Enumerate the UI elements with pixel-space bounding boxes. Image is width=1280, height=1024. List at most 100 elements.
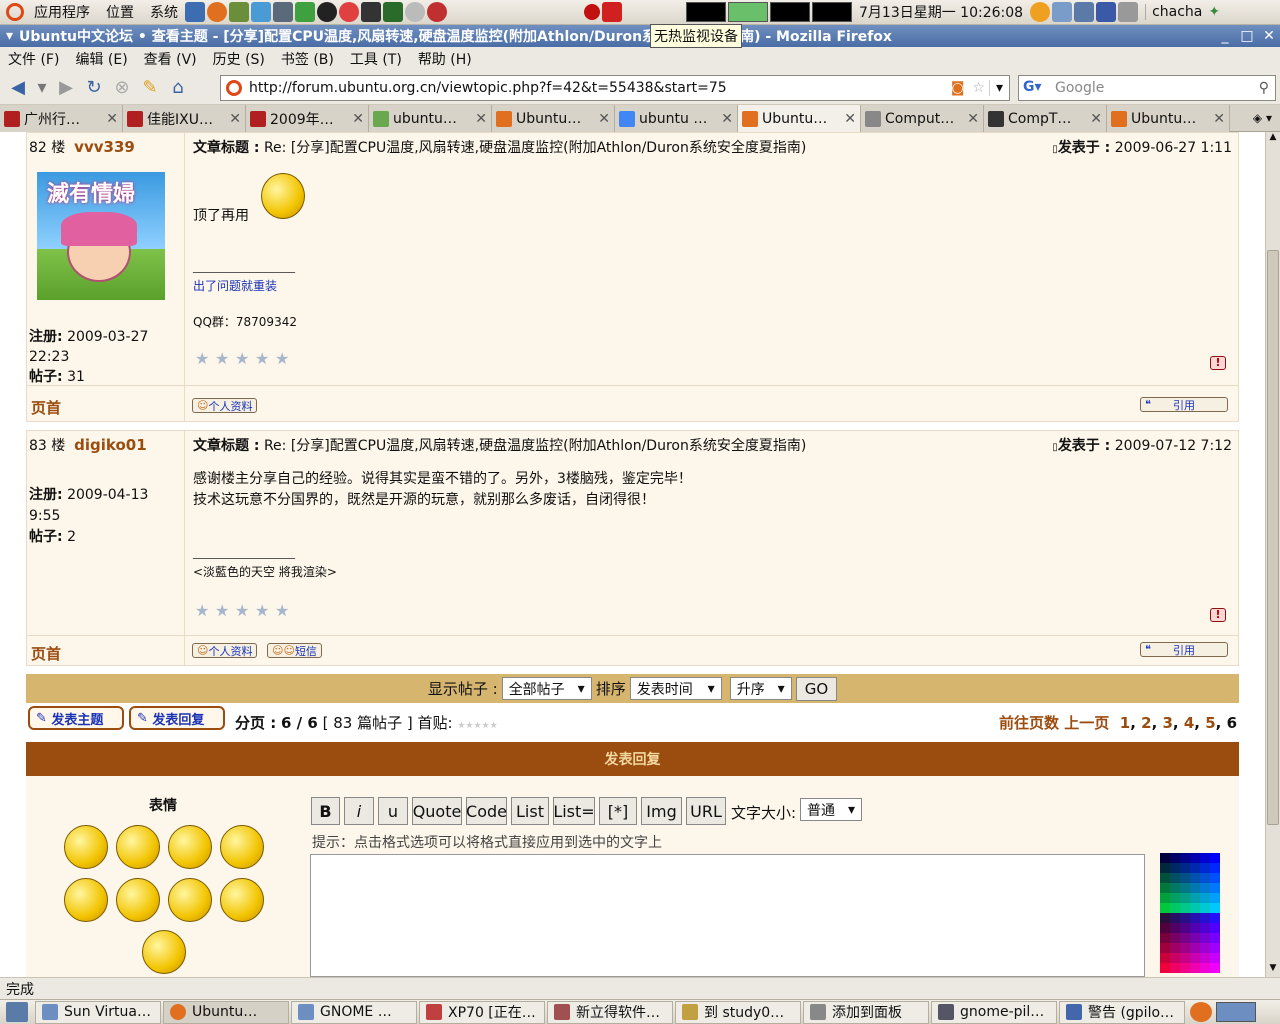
search-input[interactable]: Google xyxy=(1055,80,1253,96)
url-text[interactable]: http://forum.ubuntu.org.cn/viewtopic.php… xyxy=(249,80,947,96)
browser-tab[interactable]: 佳能IXU… ✕ xyxy=(123,105,246,132)
font-size-select[interactable]: 普通 ▾ xyxy=(800,798,862,821)
color-swatch[interactable] xyxy=(1160,863,1170,873)
back-arrow-icon[interactable]: ◀ xyxy=(4,74,32,102)
blush-smile-icon[interactable] xyxy=(168,825,212,869)
show-posts-select[interactable]: 全部帖子 ▾ xyxy=(501,677,592,700)
close-button[interactable]: ✕ xyxy=(1258,28,1280,44)
tab-close-icon[interactable]: ✕ xyxy=(598,111,610,127)
tab-close-icon[interactable]: ✕ xyxy=(1090,111,1102,127)
color-swatch[interactable] xyxy=(1200,853,1210,863)
record-icon[interactable] xyxy=(584,4,600,20)
bookmark-star-icon[interactable]: ✎ xyxy=(136,74,164,102)
think-smile-icon[interactable] xyxy=(220,878,264,922)
color-swatch[interactable] xyxy=(1210,903,1220,913)
color-swatch[interactable] xyxy=(1190,943,1200,953)
color-swatch[interactable] xyxy=(1170,953,1180,963)
launcher-icon[interactable] xyxy=(185,2,205,22)
task-button[interactable]: XP70 [正在… xyxy=(419,1000,545,1024)
profile-button[interactable]: ☺ 个人资料 xyxy=(192,643,258,658)
color-swatch[interactable] xyxy=(1180,953,1190,963)
weather-icon[interactable] xyxy=(1030,2,1051,22)
menu-system[interactable]: 系统 xyxy=(144,2,184,22)
scroll-up-icon[interactable]: ▲ xyxy=(1266,132,1280,146)
prev-page-link[interactable]: 上一页 xyxy=(1064,714,1109,732)
task-button[interactable]: GNOME … xyxy=(291,1000,417,1024)
giggle-smile-icon[interactable] xyxy=(220,825,264,869)
color-swatch[interactable] xyxy=(1200,933,1210,943)
launcher-icon[interactable] xyxy=(405,2,425,22)
post-author[interactable]: digiko01 xyxy=(74,436,147,454)
google-engine-icon[interactable]: G▾ xyxy=(1023,79,1042,95)
color-swatch[interactable] xyxy=(1170,853,1180,863)
color-swatch[interactable] xyxy=(1190,923,1200,933)
color-swatch[interactable] xyxy=(1160,943,1170,953)
list-item-button[interactable]: [*] xyxy=(599,797,637,825)
color-swatch[interactable] xyxy=(1180,903,1190,913)
browser-tab[interactable]: ubuntu … ✕ xyxy=(615,105,738,132)
grin-smile-icon[interactable] xyxy=(168,878,212,922)
color-swatch[interactable] xyxy=(1160,933,1170,943)
vertical-scrollbar[interactable]: ▲ ▼ xyxy=(1265,132,1280,977)
quote-button[interactable]: ❝ 引用 xyxy=(1140,642,1228,657)
info-icon[interactable] xyxy=(1096,2,1117,22)
color-swatch[interactable] xyxy=(1210,963,1220,973)
report-alert-icon[interactable]: ! xyxy=(1210,356,1226,370)
message-textarea[interactable] xyxy=(310,854,1145,977)
launcher-icon[interactable] xyxy=(229,2,249,22)
color-swatch[interactable] xyxy=(1160,853,1170,863)
new-topic-button[interactable]: ✎ 发表主题 xyxy=(28,706,124,730)
color-swatch[interactable] xyxy=(1190,903,1200,913)
color-swatch[interactable] xyxy=(1170,923,1180,933)
underline-button[interactable]: u xyxy=(378,797,408,825)
ubuntu-logo-icon[interactable] xyxy=(6,3,24,21)
task-button[interactable]: Ubuntu… xyxy=(163,1000,289,1024)
volume-icon[interactable] xyxy=(1118,2,1139,22)
browser-tab[interactable]: Comput… ✕ xyxy=(861,105,984,132)
scroll-down-icon[interactable]: ▼ xyxy=(1266,963,1280,977)
sensor-icon[interactable] xyxy=(602,2,622,22)
post-reply-button[interactable]: ✎ 发表回复 xyxy=(129,706,225,730)
firefox-launcher-icon[interactable] xyxy=(207,2,227,22)
smile-icon[interactable] xyxy=(64,825,108,869)
color-swatch[interactable] xyxy=(1210,943,1220,953)
color-swatch[interactable] xyxy=(1210,953,1220,963)
color-swatch[interactable] xyxy=(1200,883,1210,893)
color-swatch[interactable] xyxy=(1170,933,1180,943)
browser-tab[interactable]: Ubuntu… ✕ xyxy=(1107,105,1230,132)
task-button[interactable]: gnome-pil… xyxy=(931,1000,1057,1024)
bold-button[interactable]: B xyxy=(311,797,340,825)
tab-close-icon[interactable]: ✕ xyxy=(967,111,979,127)
page-link[interactable]: 2 xyxy=(1141,714,1151,732)
pm-button[interactable]: ☺☺ 短信 xyxy=(267,643,322,658)
color-swatch[interactable] xyxy=(1200,893,1210,903)
color-swatch[interactable] xyxy=(1190,873,1200,883)
menu-edit[interactable]: 编辑 (E) xyxy=(67,49,135,69)
color-swatch[interactable] xyxy=(1210,913,1220,923)
color-swatch[interactable] xyxy=(1180,863,1190,873)
color-swatch[interactable] xyxy=(1210,853,1220,863)
tab-close-icon[interactable]: ✕ xyxy=(844,111,856,127)
qq-launcher-icon[interactable] xyxy=(317,2,337,22)
monitor-launcher-icon[interactable] xyxy=(383,2,403,22)
color-palette[interactable] xyxy=(1160,853,1220,973)
color-swatch[interactable] xyxy=(1190,863,1200,873)
task-button[interactable]: 添加到面板 xyxy=(803,1000,929,1024)
quote-button[interactable]: ❝ 引用 xyxy=(1140,397,1228,412)
page-link[interactable]: 1 xyxy=(1120,714,1130,732)
color-swatch[interactable] xyxy=(1200,943,1210,953)
task-button[interactable]: Sun Virtua… xyxy=(35,1000,161,1024)
italic-button[interactable]: i xyxy=(344,797,374,825)
color-swatch[interactable] xyxy=(1180,873,1190,883)
clock[interactable]: 7月13日星期一 10:26:08 xyxy=(853,2,1029,22)
forward-button[interactable]: ▶ xyxy=(52,74,80,102)
color-swatch[interactable] xyxy=(1180,883,1190,893)
back-to-top-link[interactable]: 页首 xyxy=(31,643,61,664)
search-box[interactable]: G▾ Google ⚲ xyxy=(1018,75,1276,101)
color-swatch[interactable] xyxy=(1160,903,1170,913)
color-swatch[interactable] xyxy=(1160,873,1170,883)
go-button[interactable]: GO xyxy=(795,676,838,701)
color-swatch[interactable] xyxy=(1180,933,1190,943)
back-to-top-link[interactable]: 页首 xyxy=(31,397,61,418)
post-subject[interactable]: Re: [分享]配置CPU温度,风扇转速,硬盘温度监控(附加Athlon/Dur… xyxy=(264,438,806,454)
